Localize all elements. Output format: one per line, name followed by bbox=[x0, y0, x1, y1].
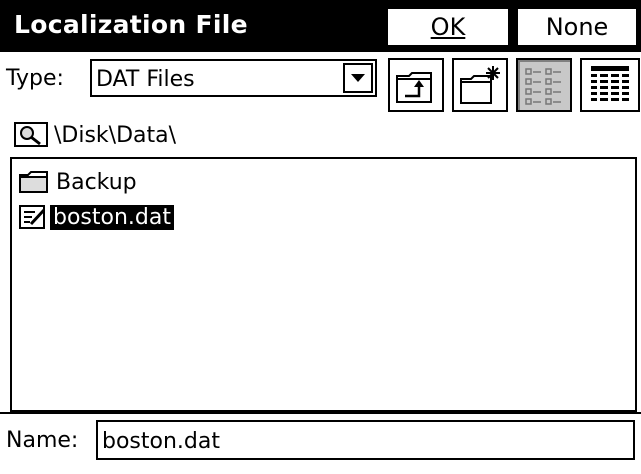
document-icon bbox=[19, 205, 46, 229]
path-text: \Disk\Data\ bbox=[54, 122, 177, 148]
file-name: Backup bbox=[56, 169, 137, 195]
new-folder-icon bbox=[460, 66, 500, 104]
list-view-button[interactable] bbox=[516, 58, 572, 112]
details-view-icon bbox=[591, 66, 629, 101]
folder-icon bbox=[19, 171, 48, 193]
new-folder-button[interactable] bbox=[452, 58, 508, 112]
none-button[interactable]: None bbox=[516, 7, 638, 47]
name-label: Name: bbox=[6, 428, 79, 453]
details-view-button[interactable] bbox=[580, 58, 640, 112]
none-button-label: None bbox=[545, 13, 609, 41]
list-item-boston-dat[interactable]: boston.dat bbox=[18, 201, 174, 233]
chevron-down-icon[interactable] bbox=[343, 63, 373, 93]
list-view-icon bbox=[525, 68, 561, 105]
dialog-title: Localization File bbox=[14, 10, 248, 39]
file-name-selected: boston.dat bbox=[50, 204, 174, 230]
file-list[interactable]: Backup boston.dat bbox=[10, 157, 637, 412]
divider bbox=[0, 412, 641, 414]
type-label: Type: bbox=[6, 66, 64, 91]
type-dropdown[interactable]: DAT Files bbox=[90, 59, 377, 97]
ok-button[interactable]: OK bbox=[386, 7, 510, 47]
name-field[interactable]: boston.dat bbox=[96, 420, 635, 460]
folder-search-icon bbox=[14, 122, 48, 147]
up-folder-icon bbox=[396, 72, 432, 103]
type-dropdown-value: DAT Files bbox=[96, 67, 195, 92]
list-item-backup[interactable]: Backup bbox=[18, 166, 137, 198]
ok-button-label: OK bbox=[430, 13, 466, 41]
current-path: \Disk\Data\ bbox=[14, 122, 176, 148]
name-field-value: boston.dat bbox=[102, 429, 220, 454]
up-folder-button[interactable] bbox=[388, 58, 444, 112]
